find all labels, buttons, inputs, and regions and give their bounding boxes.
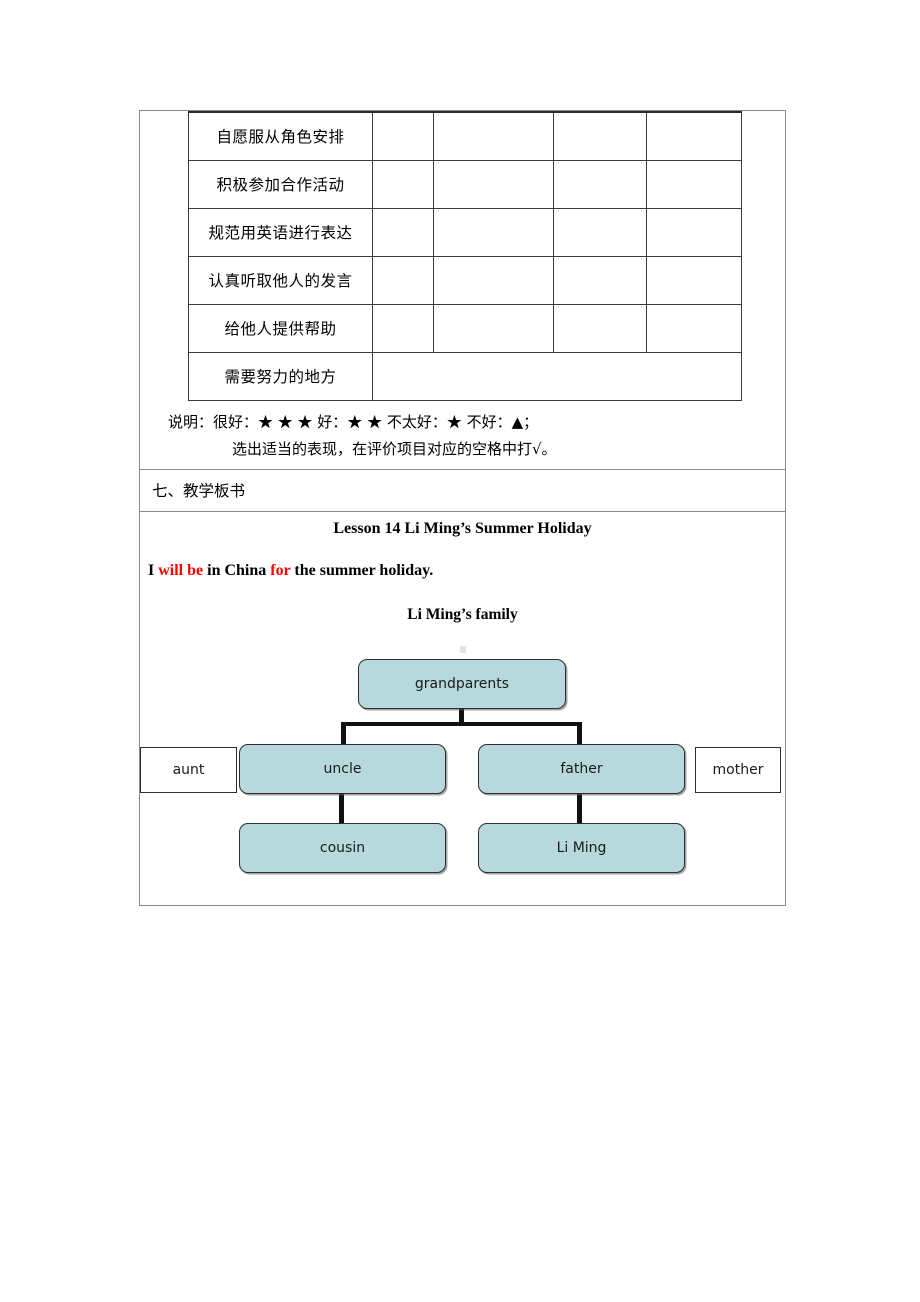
document-frame: 自愿服从角色安排 积极参加合作活动 规范用英语进行表达 认真听取他人的发言 给他… <box>139 110 786 906</box>
assessment-mark-cell[interactable] <box>646 303 742 353</box>
board-design-section: Lesson 14 Li Ming’s Summer Holiday I wil… <box>140 512 785 905</box>
assessment-mark-cell[interactable] <box>646 207 742 257</box>
assessment-mark-cell[interactable] <box>433 255 554 305</box>
family-tree-title: Li Ming’s family <box>407 605 518 623</box>
assessment-mark-cell[interactable] <box>553 111 647 161</box>
assessment-mark-cell[interactable] <box>372 303 434 353</box>
assessment-mark-cell[interactable] <box>553 255 647 305</box>
family-node-label: Li Ming <box>556 839 607 856</box>
family-node-grandparents[interactable]: grandparents <box>358 658 566 709</box>
legend-line-rating: 说明：很好：★ ★ ★ 好：★ ★ 不太好：★ 不好：▲； <box>168 412 539 431</box>
board-lesson-title: Lesson 14 Li Ming’s Summer Holiday <box>333 519 592 537</box>
family-node-father[interactable]: father <box>478 743 685 794</box>
assessment-item-label: 需要努力的地方 <box>188 351 373 401</box>
assessment-item-label: 规范用英语进行表达 <box>188 207 373 257</box>
sentence-part-3: the summer holiday. <box>290 561 434 579</box>
family-node-uncle[interactable]: uncle <box>239 743 446 794</box>
assessment-item-label: 自愿服从角色安排 <box>188 111 373 161</box>
assessment-mark-cell[interactable] <box>646 159 742 209</box>
assessment-mark-cell[interactable] <box>553 159 647 209</box>
table-row: 自愿服从角色安排 <box>188 111 742 161</box>
family-node-label: aunt <box>172 761 205 778</box>
assessment-mark-cell[interactable] <box>433 303 554 353</box>
family-node-label: cousin <box>319 839 366 856</box>
assessment-item-label: 认真听取他人的发言 <box>188 255 373 305</box>
connector-father-liming <box>577 791 582 825</box>
family-node-label: father <box>560 760 603 777</box>
assessment-item-label: 给他人提供帮助 <box>188 303 373 353</box>
assessment-section: 自愿服从角色安排 积极参加合作活动 规范用英语进行表达 认真听取他人的发言 给他… <box>140 111 785 470</box>
sentence-highlight-will-be: will be <box>158 561 204 579</box>
assessment-mark-cell[interactable] <box>433 207 554 257</box>
sentence-highlight-for: for <box>270 561 291 579</box>
assessment-mark-cell[interactable] <box>553 207 647 257</box>
assessment-mark-cell[interactable] <box>372 207 434 257</box>
table-row: 积极参加合作活动 <box>188 159 742 209</box>
table-row: 需要努力的地方 <box>188 351 742 401</box>
table-row: 认真听取他人的发言 <box>188 255 742 305</box>
assessment-mark-cell[interactable] <box>433 159 554 209</box>
sentence-part-2: in China <box>203 561 271 579</box>
decorative-tick <box>460 645 466 653</box>
table-row: 给他人提供帮助 <box>188 303 742 353</box>
family-node-label: mother <box>712 761 764 778</box>
assessment-mark-cell[interactable] <box>433 111 554 161</box>
board-target-sentence: I will be in China for the summer holida… <box>140 538 785 580</box>
family-node-cousin[interactable]: cousin <box>239 822 446 873</box>
assessment-mark-cell[interactable] <box>372 111 434 161</box>
connector-horizontal-bar <box>341 721 581 726</box>
family-node-label: uncle <box>323 760 362 777</box>
assessment-mark-cell[interactable] <box>646 255 742 305</box>
table-row: 规范用英语进行表达 <box>188 207 742 257</box>
family-node-aunt[interactable]: aunt <box>140 746 237 793</box>
family-node-mother[interactable]: mother <box>695 746 781 793</box>
sentence-part-1: I <box>148 561 159 579</box>
family-tree-diagram: grandparents aunt uncle father mother co… <box>140 645 785 902</box>
family-node-liming[interactable]: Li Ming <box>478 822 685 873</box>
connector-uncle-cousin <box>339 791 344 825</box>
assessment-table: 自愿服从角色安排 积极参加合作活动 规范用英语进行表达 认真听取他人的发言 给他… <box>188 111 742 401</box>
assessment-mark-cell[interactable] <box>646 111 742 161</box>
assessment-note-cell[interactable] <box>372 351 742 401</box>
legend-line-instruction: 选出适当的表现，在评价项目对应的空格中打√。 <box>232 439 557 458</box>
family-node-label: grandparents <box>414 675 510 692</box>
assessment-mark-cell[interactable] <box>372 159 434 209</box>
section-header-board-writing: 七、教学板书 <box>140 470 785 512</box>
assessment-item-label: 积极参加合作活动 <box>188 159 373 209</box>
assessment-mark-cell[interactable] <box>372 255 434 305</box>
assessment-legend: 说明：很好：★ ★ ★ 好：★ ★ 不太好：★ 不好：▲； 选出适当的表现，在评… <box>140 401 785 469</box>
assessment-mark-cell[interactable] <box>553 303 647 353</box>
